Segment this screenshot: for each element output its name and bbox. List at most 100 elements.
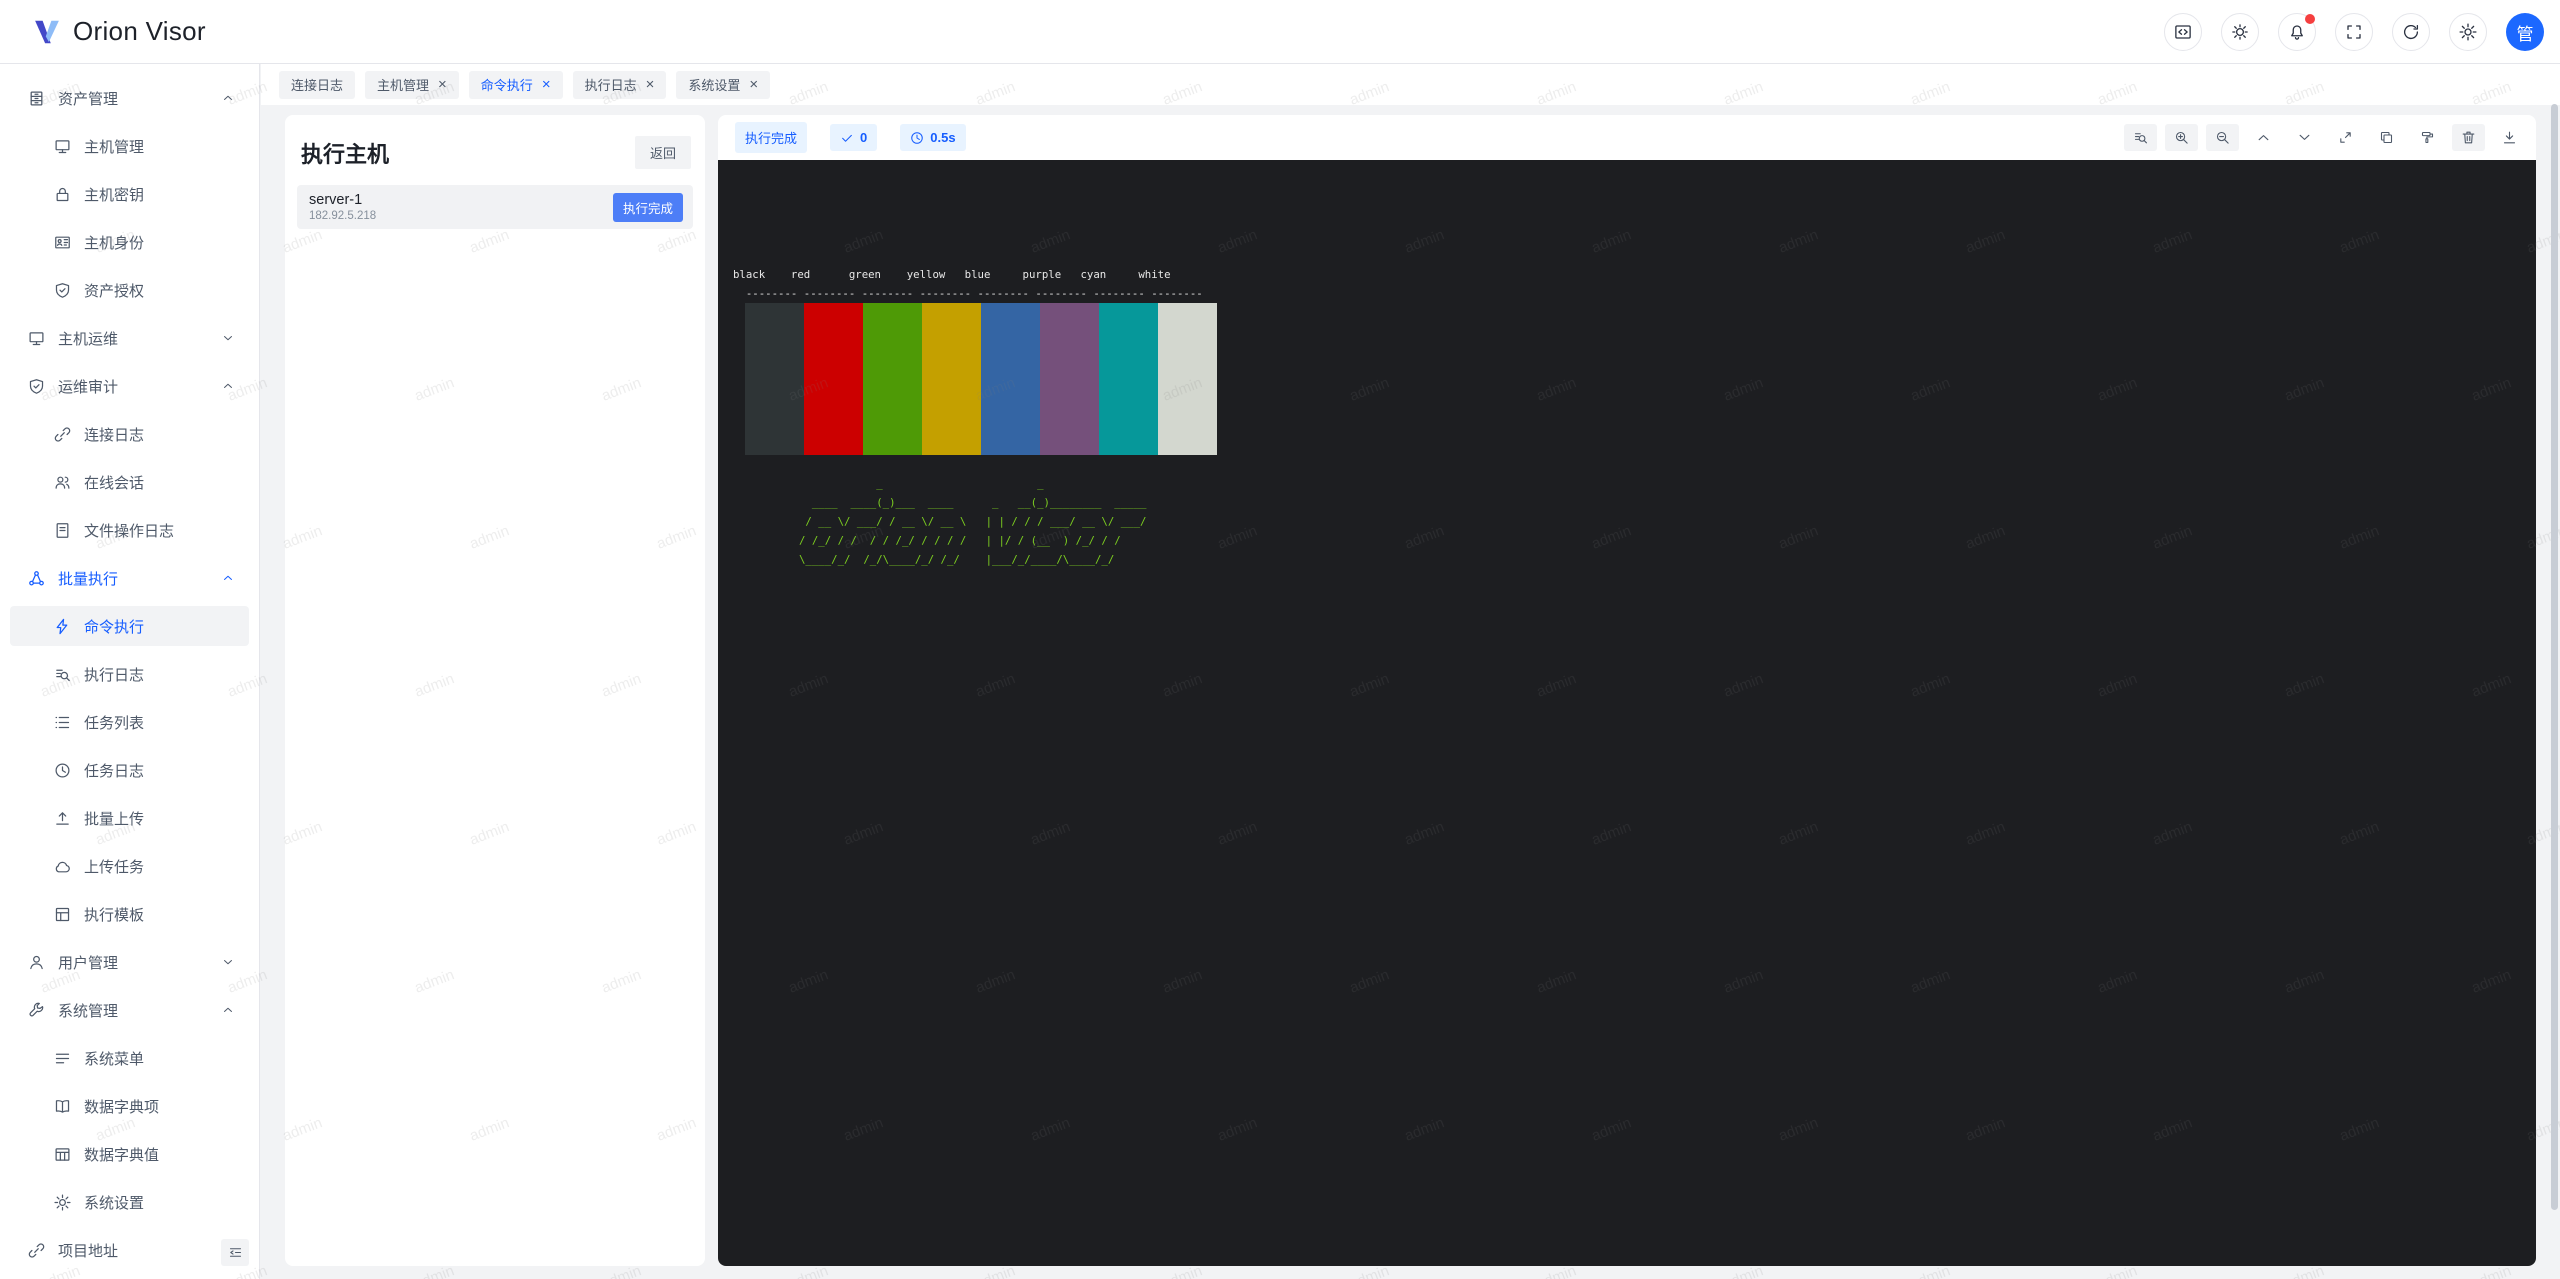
notification-dot — [2305, 14, 2315, 24]
arrow-down-icon — [2297, 130, 2312, 145]
sidebar-item-label: 执行模板 — [84, 904, 144, 925]
fullscreen-button[interactable] — [2329, 124, 2362, 151]
terminal-output[interactable]: black red green yellow blue purple cyan … — [718, 160, 2536, 1266]
duration-value: 0.5s — [930, 130, 955, 145]
tab-close-icon[interactable]: × — [646, 77, 655, 92]
cloud-icon — [54, 858, 71, 875]
tab-connect-log[interactable]: 连接日志 — [279, 71, 355, 99]
tab-exec-log[interactable]: 执行日志× — [573, 71, 667, 99]
chevron-up-icon — [221, 571, 235, 585]
sidebar-item-label: 主机身份 — [84, 232, 144, 253]
exec-status-badge: 执行完成 — [735, 122, 807, 153]
theme-button[interactable] — [2221, 13, 2259, 51]
terminal-actions — [2124, 124, 2526, 151]
sidebar-item-label: 任务日志 — [84, 760, 144, 781]
page-scrollbar-thumb[interactable] — [2551, 104, 2558, 1210]
app-header: Orion Visor 管 — [0, 0, 2560, 64]
sidebar-item-project-url[interactable]: 项目地址 — [10, 1230, 249, 1270]
sidebar-item-label: 主机密钥 — [84, 184, 144, 205]
scroll-top-button[interactable] — [2247, 124, 2280, 151]
clear-output-button[interactable] — [2411, 124, 2444, 151]
sidebar-item-batch-exec[interactable]: 批量执行 — [10, 558, 249, 598]
host-list-item[interactable]: server-1 182.92.5.218 执行完成 — [297, 185, 693, 229]
tab-close-icon[interactable]: × — [542, 77, 551, 92]
sidebar-item-task-list[interactable]: 任务列表 — [10, 702, 249, 742]
hosts-panel-header: 执行主机 返回 — [285, 115, 705, 185]
search-list-icon — [2133, 130, 2148, 145]
notifications-button[interactable] — [2278, 13, 2316, 51]
sidebar-item-user-mgmt[interactable]: 用户管理 — [10, 942, 249, 982]
zoom-out-button[interactable] — [2206, 124, 2239, 151]
logo-v-icon — [32, 17, 62, 47]
terminal-panel: 执行完成 0 0.5s black red green yellow blue … — [718, 115, 2536, 1266]
code-button[interactable] — [2164, 13, 2202, 51]
search-output-button[interactable] — [2124, 124, 2157, 151]
app-logo[interactable]: Orion Visor — [32, 16, 206, 47]
sidebar-menu: 资产管理主机管理主机密钥主机身份资产授权主机运维运维审计连接日志在线会话文件操作… — [0, 78, 259, 1270]
sidebar: 资产管理主机管理主机密钥主机身份资产授权主机运维运维审计连接日志在线会话文件操作… — [0, 64, 260, 1279]
palette-names-row: black red green yellow blue purple cyan … — [733, 265, 2536, 284]
host-info: server-1 182.92.5.218 — [309, 192, 376, 222]
code-icon — [2174, 23, 2192, 41]
sidebar-item-exec-template[interactable]: 执行模板 — [10, 894, 249, 934]
sidebar-item-upload-task[interactable]: 上传任务 — [10, 846, 249, 886]
refresh-button[interactable] — [2392, 13, 2430, 51]
sidebar-item-asset-grant[interactable]: 资产授权 — [10, 270, 249, 310]
tab-command-exec[interactable]: 命令执行× — [469, 71, 563, 99]
sidebar-item-label: 批量执行 — [58, 568, 118, 589]
sidebar-item-batch-upload[interactable]: 批量上传 — [10, 798, 249, 838]
table-icon — [54, 1146, 71, 1163]
sidebar-item-command-exec[interactable]: 命令执行 — [10, 606, 249, 646]
storage-icon — [28, 90, 45, 107]
sidebar-collapse-button[interactable] — [221, 1239, 249, 1266]
trash-icon — [2461, 130, 2476, 145]
tab-host-mgmt[interactable]: 主机管理× — [365, 71, 459, 99]
sidebar-item-asset-mgmt[interactable]: 资产管理 — [10, 78, 249, 118]
back-button[interactable]: 返回 — [635, 136, 691, 169]
tab-close-icon[interactable]: × — [438, 77, 447, 92]
sidebar-item-label: 运维审计 — [58, 376, 118, 397]
download-icon — [2502, 130, 2517, 145]
sidebar-item-system-settings[interactable]: 系统设置 — [10, 1182, 249, 1222]
sidebar-item-label: 用户管理 — [58, 952, 118, 973]
delete-record-button[interactable] — [2452, 124, 2485, 151]
sidebar-item-system-menu[interactable]: 系统菜单 — [10, 1038, 249, 1078]
sidebar-item-label: 数据字典项 — [84, 1096, 159, 1117]
tab-close-icon[interactable]: × — [749, 77, 758, 92]
sidebar-item-task-log[interactable]: 任务日志 — [10, 750, 249, 790]
user-avatar[interactable]: 管 — [2506, 13, 2544, 51]
scroll-bottom-button[interactable] — [2288, 124, 2321, 151]
sidebar-item-connect-log[interactable]: 连接日志 — [10, 414, 249, 454]
duration-badge: 0.5s — [900, 124, 965, 151]
sidebar-item-host-keys[interactable]: 主机密钥 — [10, 174, 249, 214]
copy-icon — [2379, 130, 2394, 145]
sidebar-item-dict-values[interactable]: 数据字典值 — [10, 1134, 249, 1174]
sidebar-item-online-session[interactable]: 在线会话 — [10, 462, 249, 502]
tab-label: 系统设置 — [688, 75, 740, 94]
fullscreen-button[interactable] — [2335, 13, 2373, 51]
sidebar-item-label: 项目地址 — [58, 1240, 118, 1261]
sidebar-item-host-ops[interactable]: 主机运维 — [10, 318, 249, 358]
sidebar-item-system-mgmt[interactable]: 系统管理 — [10, 990, 249, 1030]
settings-button[interactable] — [2449, 13, 2487, 51]
zoom-in-button[interactable] — [2165, 124, 2198, 151]
sidebar-item-exec-log[interactable]: 执行日志 — [10, 654, 249, 694]
link-icon — [28, 1242, 45, 1259]
copy-output-button[interactable] — [2370, 124, 2403, 151]
sidebar-item-file-op-log[interactable]: 文件操作日志 — [10, 510, 249, 550]
download-log-button[interactable] — [2493, 124, 2526, 151]
sidebar-item-host-identity[interactable]: 主机身份 — [10, 222, 249, 262]
list-icon — [54, 714, 71, 731]
sidebar-item-label: 批量上传 — [84, 808, 144, 829]
color-block-black — [745, 303, 804, 455]
chevron-down-icon — [221, 331, 235, 345]
book-icon — [54, 1098, 71, 1115]
sidebar-item-host-mgmt[interactable]: 主机管理 — [10, 126, 249, 166]
chevron-up-icon — [221, 91, 235, 105]
tab-system-settings[interactable]: 系统设置 × — [676, 71, 770, 99]
desktop-icon — [28, 330, 45, 347]
fullscreen-icon — [2345, 23, 2363, 41]
sidebar-item-dict-keys[interactable]: 数据字典项 — [10, 1086, 249, 1126]
color-block-yellow — [922, 303, 981, 455]
sidebar-item-ops-audit[interactable]: 运维审计 — [10, 366, 249, 406]
